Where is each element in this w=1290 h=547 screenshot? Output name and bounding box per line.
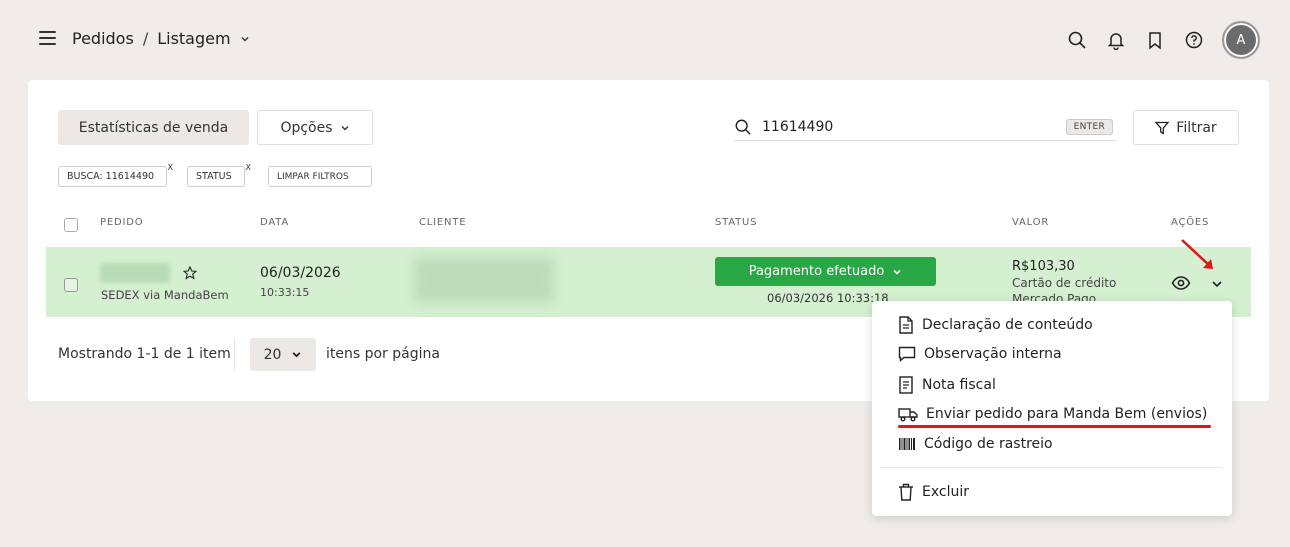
- header-icons: A: [1066, 21, 1260, 59]
- order-number-blurred: [100, 263, 170, 283]
- menu-item-label: Excluir: [922, 484, 969, 500]
- menu-item-enviar-mandabem[interactable]: Enviar pedido para Manda Bem (envios): [898, 406, 1207, 422]
- bookmark-icon[interactable]: [1144, 29, 1166, 51]
- search-bar[interactable]: 11614490 ENTER: [734, 114, 1117, 141]
- chevron-down-icon[interactable]: [240, 34, 250, 44]
- per-page-select[interactable]: 20: [250, 338, 316, 371]
- help-icon[interactable]: [1183, 29, 1205, 51]
- truck-icon: [898, 408, 918, 422]
- menu-item-declaracao[interactable]: Declaração de conteúdo: [898, 316, 1093, 334]
- chip-busca[interactable]: BUSCA: 11614490 X: [58, 163, 173, 187]
- column-header-data: DATA: [260, 217, 289, 228]
- menu-item-observacao[interactable]: Observação interna: [898, 346, 1062, 362]
- row-checkbox[interactable]: [64, 278, 78, 292]
- search-icon: [735, 119, 751, 135]
- order-time: 10:33:15: [260, 286, 310, 299]
- chip-busca-label: BUSCA: 11614490: [67, 171, 155, 182]
- breadcrumb-separator: /: [142, 29, 149, 48]
- client-blurred: [414, 257, 554, 303]
- order-value: R$103,30: [1012, 259, 1075, 274]
- column-header-acoes: AÇÕES: [1171, 217, 1210, 228]
- menu-item-label: Declaração de conteúdo: [922, 317, 1093, 333]
- trash-icon: [899, 483, 913, 501]
- avatar[interactable]: A: [1222, 21, 1260, 59]
- status-label: Pagamento efetuado: [748, 264, 885, 279]
- shipping-method: SEDEX via MandaBem: [101, 288, 229, 302]
- sales-statistics-button[interactable]: Estatísticas de venda: [58, 110, 249, 145]
- top-bar: Pedidos / Listagem A: [0, 0, 1290, 80]
- chevron-down-icon: [341, 125, 349, 130]
- document-icon: [899, 316, 913, 334]
- column-header-pedido: PEDIDO: [100, 217, 144, 228]
- pagination-divider: [234, 338, 235, 371]
- chevron-down-icon: [893, 269, 901, 275]
- chevron-down-icon[interactable]: [1211, 278, 1223, 290]
- menu-divider: [880, 467, 1222, 468]
- chip-remove-icon[interactable]: X: [246, 163, 251, 172]
- eye-icon[interactable]: [1171, 275, 1191, 291]
- comment-icon: [898, 346, 916, 362]
- annotation-underline: [898, 425, 1211, 428]
- actions-dropdown-menu: Declaração de conteúdo Observação intern…: [872, 301, 1232, 516]
- invoice-icon: [899, 376, 913, 394]
- payment-method: Cartão de crédito: [1012, 276, 1117, 290]
- breadcrumb-page[interactable]: Listagem: [157, 29, 230, 48]
- column-header-valor: VALOR: [1012, 217, 1050, 228]
- breadcrumb: Pedidos / Listagem: [72, 29, 250, 48]
- star-icon[interactable]: [183, 266, 197, 280]
- per-page-value: 20: [263, 346, 282, 363]
- order-date: 06/03/2026: [260, 265, 341, 281]
- options-label: Opções: [280, 119, 333, 136]
- menu-icon[interactable]: [39, 31, 56, 47]
- menu-item-nota-fiscal[interactable]: Nota fiscal: [898, 376, 996, 394]
- options-button[interactable]: Opções: [257, 110, 373, 145]
- barcode-icon: [899, 438, 915, 450]
- clear-filters-button[interactable]: LIMPAR FILTROS: [268, 166, 372, 187]
- chip-status[interactable]: STATUS X: [187, 163, 251, 187]
- search-input[interactable]: 11614490: [762, 119, 1066, 135]
- menu-item-codigo-rastreio[interactable]: Código de rastreio: [898, 436, 1053, 452]
- menu-item-label: Nota fiscal: [922, 377, 996, 393]
- pagination-summary: Mostrando 1-1 de 1 item: [58, 346, 231, 362]
- filter-button[interactable]: Filtrar: [1133, 110, 1239, 145]
- chevron-down-icon: [292, 352, 301, 358]
- column-header-cliente: CLIENTE: [419, 217, 467, 228]
- bell-icon[interactable]: [1105, 29, 1127, 51]
- status-datetime: 06/03/2026 10:33:18: [767, 291, 889, 305]
- select-all-checkbox[interactable]: [64, 218, 78, 232]
- menu-item-label: Observação interna: [924, 346, 1062, 362]
- filter-icon: [1155, 121, 1170, 135]
- per-page-label: itens por página: [326, 346, 440, 362]
- menu-item-label: Enviar pedido para Manda Bem (envios): [926, 406, 1208, 422]
- chip-status-label: STATUS: [196, 171, 232, 182]
- menu-item-excluir[interactable]: Excluir: [898, 483, 969, 501]
- menu-item-label: Código de rastreio: [924, 436, 1053, 452]
- status-dropdown-button[interactable]: Pagamento efetuado: [715, 257, 936, 286]
- enter-badge: ENTER: [1065, 119, 1113, 135]
- filter-label: Filtrar: [1176, 119, 1217, 136]
- search-icon[interactable]: [1066, 29, 1088, 51]
- breadcrumb-section[interactable]: Pedidos: [72, 29, 134, 48]
- chip-remove-icon[interactable]: X: [168, 163, 173, 172]
- annotation-arrow: [1181, 239, 1213, 269]
- column-header-status: STATUS: [715, 217, 758, 228]
